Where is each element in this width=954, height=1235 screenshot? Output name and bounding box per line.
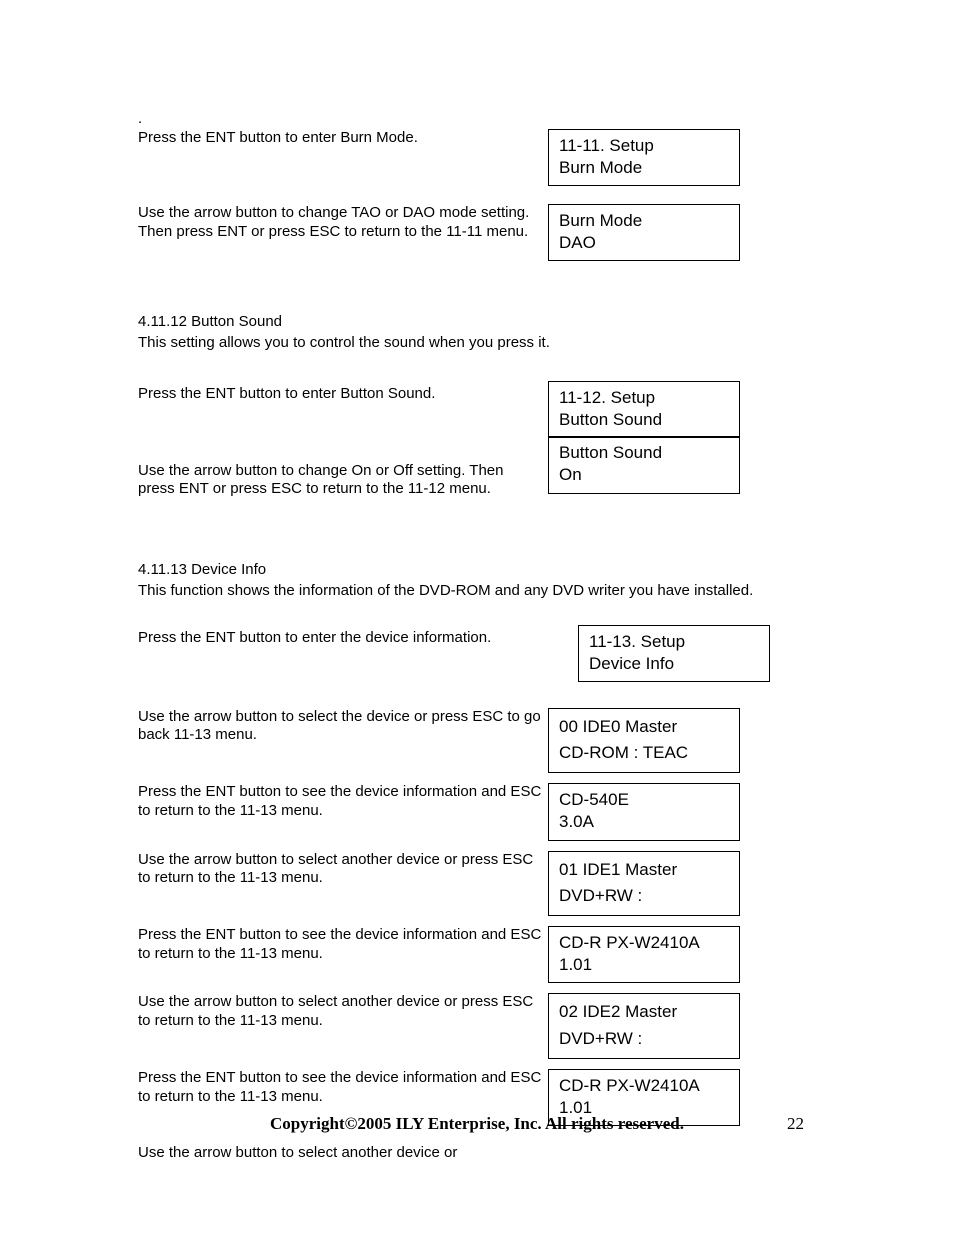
display-box-ide2-master: 02 IDE2 Master DVD+RW : bbox=[548, 993, 740, 1059]
display-line: CD-R PX-W2410A bbox=[559, 1075, 729, 1097]
display-line: 00 IDE0 Master bbox=[559, 714, 729, 740]
row-burn-mode-change: Use the arrow button to change TAO or DA… bbox=[138, 204, 818, 261]
row-device-view-1: Press the ENT button to see the device i… bbox=[138, 783, 818, 840]
display-line: 3.0A bbox=[559, 811, 729, 833]
display-line: 01 IDE1 Master bbox=[559, 857, 729, 883]
display-box-setup-button-sound: 11-12. Setup Button Sound bbox=[548, 381, 740, 438]
stray-dot: . bbox=[138, 110, 818, 129]
section-heading: 4.11.12 Button Sound bbox=[138, 313, 818, 332]
instruction-text: Use the arrow button to select another d… bbox=[138, 851, 548, 889]
instruction-text: Use the arrow button to change On or Off… bbox=[138, 462, 538, 500]
row-burn-mode-enter: Press the ENT button to enter Burn Mode.… bbox=[138, 129, 818, 186]
row-device-select-1: Use the arrow button to select the devic… bbox=[138, 708, 818, 774]
display-box-ide1-master: 01 IDE1 Master DVD+RW : bbox=[548, 851, 740, 917]
row-device-view-2: Press the ENT button to see the device i… bbox=[138, 926, 818, 983]
instruction-text: Press the ENT button to enter the device… bbox=[138, 625, 578, 648]
display-box-burn-mode-dao: Burn Mode DAO bbox=[548, 204, 740, 261]
section-description: This setting allows you to control the s… bbox=[138, 334, 818, 353]
row-device-select-2: Use the arrow button to select another d… bbox=[138, 851, 818, 917]
display-line: 1.01 bbox=[559, 954, 729, 976]
display-line: DVD+RW : bbox=[559, 883, 729, 909]
display-line: 11-12. Setup bbox=[559, 387, 729, 409]
display-line: CD-540E bbox=[559, 789, 729, 811]
display-line: DAO bbox=[559, 232, 729, 254]
display-line: 02 IDE2 Master bbox=[559, 999, 729, 1025]
display-line: 11-13. Setup bbox=[589, 631, 759, 653]
display-line: DVD+RW : bbox=[559, 1026, 729, 1052]
display-line: CD-ROM : TEAC bbox=[559, 740, 729, 766]
display-line: 11-11. Setup bbox=[559, 135, 729, 157]
page-number: 22 bbox=[787, 1114, 804, 1134]
page-footer: Copyright©2005 ILY Enterprise, Inc. All … bbox=[0, 1114, 954, 1134]
instruction-text: Press the ENT button to enter Button Sou… bbox=[138, 381, 548, 404]
instruction-text: Use the arrow button to select another d… bbox=[138, 1144, 818, 1163]
instruction-text: Press the ENT button to see the device i… bbox=[138, 926, 548, 964]
display-line: Button Sound bbox=[559, 442, 729, 464]
display-box-setup-burn-mode: 11-11. Setup Burn Mode bbox=[548, 129, 740, 186]
page-content: . Press the ENT button to enter Burn Mod… bbox=[138, 110, 818, 1165]
row-device-select-3: Use the arrow button to select another d… bbox=[138, 993, 818, 1059]
display-box-pxw2410a-1: CD-R PX-W2410A 1.01 bbox=[548, 926, 740, 983]
copyright-text: Copyright©2005 ILY Enterprise, Inc. All … bbox=[270, 1114, 684, 1133]
display-box-cd540e: CD-540E 3.0A bbox=[548, 783, 740, 840]
display-box-setup-device-info: 11-13. Setup Device Info bbox=[578, 625, 770, 682]
section-description: This function shows the information of t… bbox=[138, 582, 818, 601]
display-box-ide0-master: 00 IDE0 Master CD-ROM : TEAC bbox=[548, 708, 740, 774]
instruction-text: Press the ENT button to see the device i… bbox=[138, 1069, 548, 1107]
display-line: Burn Mode bbox=[559, 210, 729, 232]
section-heading: 4.11.13 Device Info bbox=[138, 561, 818, 580]
display-line: On bbox=[559, 464, 729, 486]
instruction-text: Use the arrow button to select the devic… bbox=[138, 708, 548, 746]
instruction-text: Use the arrow button to change TAO or DA… bbox=[138, 204, 548, 242]
instruction-text: Use the arrow button to select another d… bbox=[138, 993, 548, 1031]
display-line: Burn Mode bbox=[559, 157, 729, 179]
instruction-text: Press the ENT button to enter Burn Mode. bbox=[138, 129, 548, 148]
display-line: CD-R PX-W2410A bbox=[559, 932, 729, 954]
row-device-info-enter: Press the ENT button to enter the device… bbox=[138, 625, 818, 682]
display-line: Device Info bbox=[589, 653, 759, 675]
display-box-button-sound-on: Button Sound On bbox=[548, 436, 740, 493]
display-line: Button Sound bbox=[559, 409, 729, 431]
instruction-text: Press the ENT button to see the device i… bbox=[138, 783, 548, 821]
